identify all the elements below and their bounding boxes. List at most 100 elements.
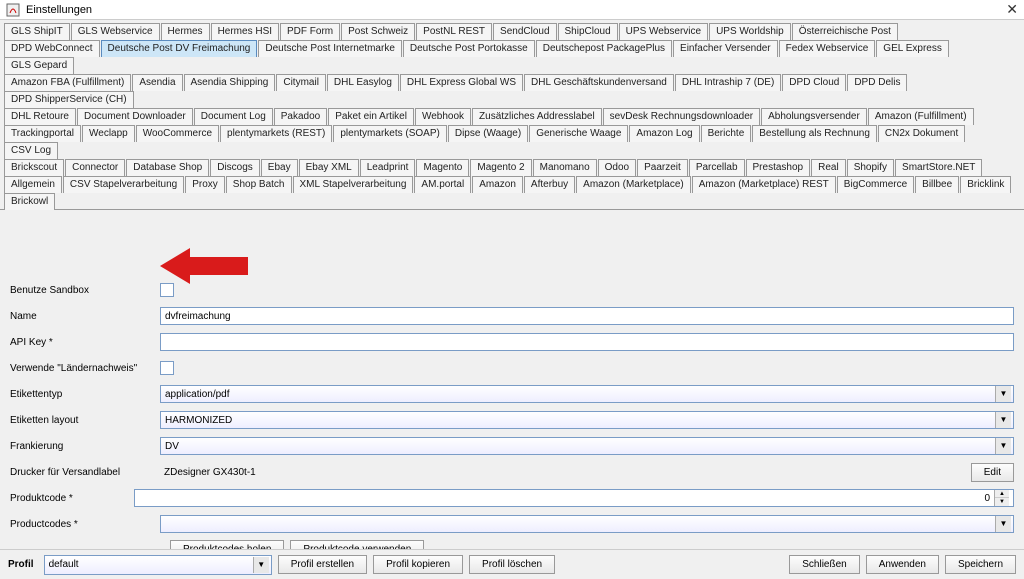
tab-am-portal[interactable]: AM.portal <box>414 176 471 193</box>
tab-hermes[interactable]: Hermes <box>161 23 210 40</box>
tab-bigcommerce[interactable]: BigCommerce <box>837 176 914 193</box>
tab-billbee[interactable]: Billbee <box>915 176 959 193</box>
tab-dipse-waage-[interactable]: Dipse (Waage) <box>448 125 528 142</box>
name-input[interactable] <box>160 307 1014 325</box>
tab-gls-gepard[interactable]: GLS Gepard <box>4 57 74 74</box>
anwenden-button[interactable]: Anwenden <box>866 555 939 574</box>
profil-erstellen-button[interactable]: Profil erstellen <box>278 555 367 574</box>
tab-deutsche-post-dv-freimachung[interactable]: Deutsche Post DV Freimachung <box>101 40 258 57</box>
tab-zus-tzliches-addresslabel[interactable]: Zusätzliches Addresslabel <box>472 108 602 125</box>
tab-prestashop[interactable]: Prestashop <box>746 159 811 176</box>
etiketttyp-select[interactable]: application/pdf ▼ <box>160 385 1014 403</box>
tab-database-shop[interactable]: Database Shop <box>126 159 209 176</box>
tab-brickscout[interactable]: Brickscout <box>4 159 64 176</box>
tab-abholungsversender[interactable]: Abholungsversender <box>761 108 867 125</box>
tab-plentymarkets-rest-[interactable]: plentymarkets (REST) <box>220 125 332 142</box>
layout-select[interactable]: HARMONIZED ▼ <box>160 411 1014 429</box>
tab-discogs[interactable]: Discogs <box>210 159 260 176</box>
tab-paarzeit[interactable]: Paarzeit <box>637 159 688 176</box>
tab-magento[interactable]: Magento <box>416 159 469 176</box>
tab-csv-stapelverarbeitung[interactable]: CSV Stapelverarbeitung <box>63 176 184 193</box>
tab-pdf-form[interactable]: PDF Form <box>280 23 340 40</box>
tab-dhl-easylog[interactable]: DHL Easylog <box>327 74 399 91</box>
tab-proxy[interactable]: Proxy <box>185 176 225 193</box>
tab-brickowl[interactable]: Brickowl <box>4 193 55 210</box>
tab-dhl-intraship-7-de-[interactable]: DHL Intraship 7 (DE) <box>675 74 781 91</box>
tab-amazon-fba-fulfillment-[interactable]: Amazon FBA (Fulfillment) <box>4 74 131 91</box>
tab-allgemein[interactable]: Allgemein <box>4 176 62 193</box>
frank-select[interactable]: DV ▼ <box>160 437 1014 455</box>
tab-asendia-shipping[interactable]: Asendia Shipping <box>184 74 276 91</box>
tab-einfacher-versender[interactable]: Einfacher Versender <box>673 40 778 57</box>
tab-plentymarkets-soap-[interactable]: plentymarkets (SOAP) <box>333 125 446 142</box>
schliessen-button[interactable]: Schließen <box>789 555 859 574</box>
tab-shipcloud[interactable]: ShipCloud <box>558 23 618 40</box>
tab-deutsche-post-internetmarke[interactable]: Deutsche Post Internetmarke <box>258 40 402 57</box>
tab-bestellung-als-rechnung[interactable]: Bestellung als Rechnung <box>752 125 877 142</box>
tab-dpd-delis[interactable]: DPD Delis <box>847 74 907 91</box>
tab-weclapp[interactable]: Weclapp <box>82 125 135 142</box>
speichern-button[interactable]: Speichern <box>945 555 1016 574</box>
tab-dpd-shipperservice-ch-[interactable]: DPD ShipperService (CH) <box>4 91 134 108</box>
tab-dpd-webconnect[interactable]: DPD WebConnect <box>4 40 100 57</box>
tab-magento-2[interactable]: Magento 2 <box>470 159 531 176</box>
tab-woocommerce[interactable]: WooCommerce <box>136 125 219 142</box>
tab-hermes-hsi[interactable]: Hermes HSI <box>211 23 279 40</box>
spinner-down-icon[interactable]: ▼ <box>995 498 1009 506</box>
profile-select[interactable]: default ▼ <box>44 555 272 575</box>
tab-smartstore-net[interactable]: SmartStore.NET <box>895 159 982 176</box>
tab-cn2x-dokument[interactable]: CN2x Dokument <box>878 125 965 142</box>
tab-generische-waage[interactable]: Generische Waage <box>529 125 628 142</box>
apikey-input[interactable] <box>160 333 1014 351</box>
tab-gls-shipit[interactable]: GLS ShipIT <box>4 23 70 40</box>
tab-document-downloader[interactable]: Document Downloader <box>77 108 193 125</box>
tab-amazon-log[interactable]: Amazon Log <box>629 125 699 142</box>
tab-pakadoo[interactable]: Pakadoo <box>274 108 327 125</box>
tab-csv-log[interactable]: CSV Log <box>4 142 58 159</box>
tab-paket-ein-artikel[interactable]: Paket ein Artikel <box>328 108 414 125</box>
tab-fedex-webservice[interactable]: Fedex Webservice <box>779 40 876 57</box>
tab-webhook[interactable]: Webhook <box>415 108 471 125</box>
tab-amazon[interactable]: Amazon <box>472 176 523 193</box>
tab--sterreichische-post[interactable]: Österreichische Post <box>792 23 898 40</box>
tab-leadprint[interactable]: Leadprint <box>360 159 416 176</box>
tab-amazon-marketplace-[interactable]: Amazon (Marketplace) <box>576 176 691 193</box>
tab-dpd-cloud[interactable]: DPD Cloud <box>782 74 846 91</box>
tab-trackingportal[interactable]: Trackingportal <box>4 125 81 142</box>
tab-dhl-express-global-ws[interactable]: DHL Express Global WS <box>400 74 523 91</box>
close-icon[interactable]: ✕ <box>1006 1 1018 18</box>
tab-ebay-xml[interactable]: Ebay XML <box>299 159 359 176</box>
tab-asendia[interactable]: Asendia <box>132 74 182 91</box>
tab-real[interactable]: Real <box>811 159 846 176</box>
tab-ebay[interactable]: Ebay <box>261 159 298 176</box>
tab-dhl-retoure[interactable]: DHL Retoure <box>4 108 76 125</box>
tab-bricklink[interactable]: Bricklink <box>960 176 1011 193</box>
prodcode-input[interactable]: 0 ▲ ▼ <box>134 489 1014 507</box>
tab-gls-webservice[interactable]: GLS Webservice <box>71 23 160 40</box>
tab-ups-worldship[interactable]: UPS Worldship <box>709 23 791 40</box>
tab-manomano[interactable]: Manomano <box>533 159 597 176</box>
tab-xml-stapelverarbeitung[interactable]: XML Stapelverarbeitung <box>293 176 414 193</box>
tab-parcellab[interactable]: Parcellab <box>689 159 745 176</box>
tab-amazon-marketplace-rest[interactable]: Amazon (Marketplace) REST <box>692 176 836 193</box>
tab-sevdesk-rechnungsdownloader[interactable]: sevDesk Rechnungsdownloader <box>603 108 760 125</box>
tab-dhl-gesch-ftskundenversand[interactable]: DHL Geschäftskundenversand <box>524 74 674 91</box>
tab-document-log[interactable]: Document Log <box>194 108 273 125</box>
tab-gel-express[interactable]: GEL Express <box>876 40 949 57</box>
spinner-up-icon[interactable]: ▲ <box>995 490 1009 498</box>
tab-deutschepost-packageplus[interactable]: Deutschepost PackagePlus <box>536 40 672 57</box>
profil-loeschen-button[interactable]: Profil löschen <box>469 555 555 574</box>
tab-connector[interactable]: Connector <box>65 159 125 176</box>
tab-amazon-fulfillment-[interactable]: Amazon (Fulfillment) <box>868 108 974 125</box>
tab-odoo[interactable]: Odoo <box>598 159 636 176</box>
tab-afterbuy[interactable]: Afterbuy <box>524 176 575 193</box>
tab-sendcloud[interactable]: SendCloud <box>493 23 556 40</box>
tab-shopify[interactable]: Shopify <box>847 159 894 176</box>
tab-shop-batch[interactable]: Shop Batch <box>226 176 292 193</box>
tab-postnl-rest[interactable]: PostNL REST <box>416 23 492 40</box>
tab-ups-webservice[interactable]: UPS Webservice <box>619 23 708 40</box>
laender-checkbox[interactable] <box>160 361 174 375</box>
tab-post-schweiz[interactable]: Post Schweiz <box>341 23 415 40</box>
profil-kopieren-button[interactable]: Profil kopieren <box>373 555 463 574</box>
tab-citymail[interactable]: Citymail <box>276 74 326 91</box>
